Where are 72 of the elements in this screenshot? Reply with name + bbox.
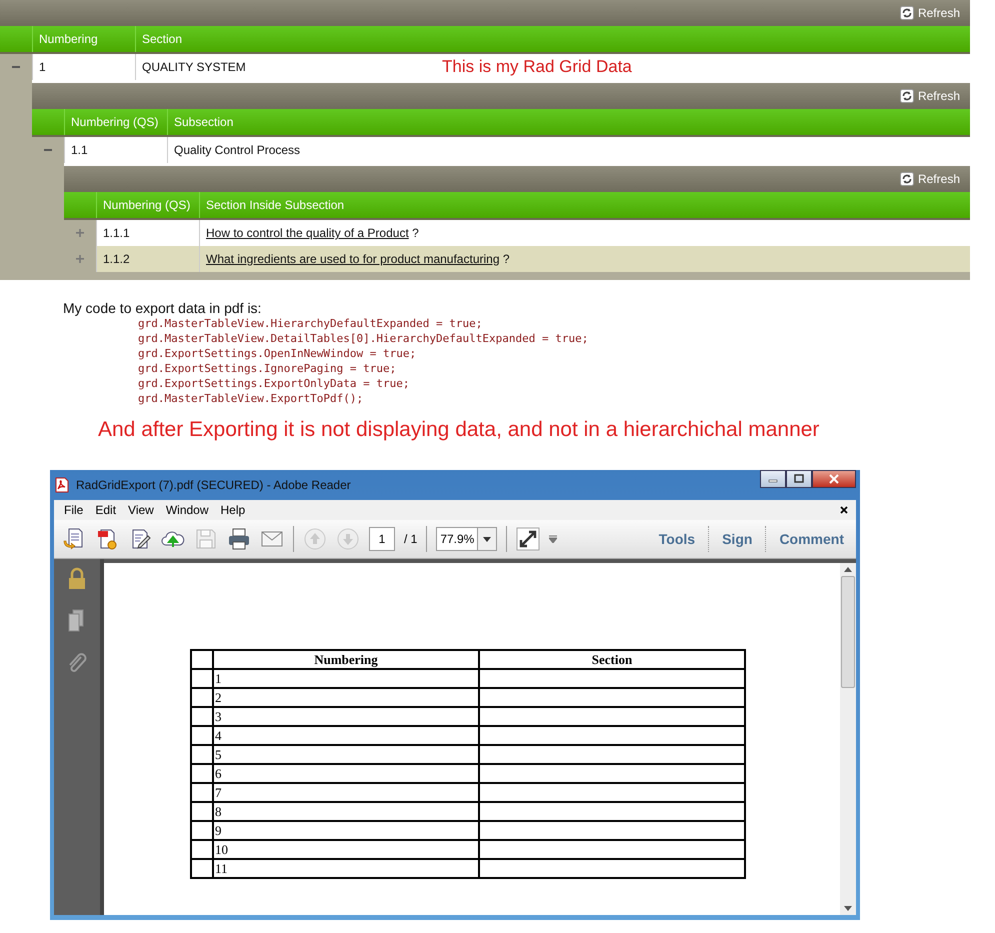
table-cell: 2 xyxy=(213,688,479,707)
table-cell: 9 xyxy=(213,821,479,840)
panel-button[interactable]: Sign xyxy=(718,531,756,547)
maximize-icon xyxy=(794,474,804,484)
column-header: Section Inside Subsection xyxy=(199,192,970,218)
maximize-button[interactable] xyxy=(786,470,812,488)
page-total-text: / 1 xyxy=(404,532,418,546)
refresh-button[interactable]: Refresh xyxy=(898,87,962,105)
annotation-text: This is my Rad Grid Data xyxy=(442,57,632,77)
panel-button[interactable]: Tools xyxy=(654,531,700,547)
expand-icon[interactable] xyxy=(516,527,540,551)
table-cell: 1.1.2 xyxy=(96,246,199,272)
message-text: And after Exporting it is not displaying data, and not in a hierarchichal manner xyxy=(98,418,820,442)
table-cell: 3 xyxy=(213,707,479,726)
column-header: Numbering (QS) xyxy=(96,192,199,218)
save-icon[interactable] xyxy=(194,527,218,551)
code-line: grd.ExportSettings.OpenInNewWindow = true; xyxy=(138,346,418,361)
question-mark-text: ? xyxy=(411,226,419,240)
plus-icon xyxy=(75,254,85,264)
plus-icon xyxy=(75,228,85,238)
minimize-button[interactable] xyxy=(760,470,786,488)
document-gear-icon[interactable] xyxy=(95,527,119,551)
column-header: Subsection xyxy=(167,109,970,135)
question-link[interactable]: What ingredients are used to for product manufacturing xyxy=(206,252,500,266)
printer-icon[interactable] xyxy=(227,527,251,551)
table-cell: 8 xyxy=(213,802,479,821)
refresh-button[interactable]: Refresh xyxy=(898,4,962,22)
code-line: grd.MasterTableView.ExportToPdf(); xyxy=(138,391,364,406)
lock-icon[interactable] xyxy=(67,567,87,591)
table-cell: 4 xyxy=(213,726,479,745)
window-title: RadGridExport (7).pdf (SECURED) - Adobe Reader xyxy=(76,478,351,492)
refresh-icon xyxy=(900,89,914,103)
scroll-up-icon xyxy=(844,567,852,572)
column-header: Section xyxy=(479,650,745,669)
table-cell: 10 xyxy=(213,840,479,859)
table-cell: 6 xyxy=(213,764,479,783)
caret-icon[interactable] xyxy=(549,535,558,543)
question-link[interactable]: How to control the quality of a Product xyxy=(206,226,409,240)
table-cell: 11 xyxy=(213,859,479,878)
code-line: grd.MasterTableView.HierarchyDefaultExpanded = true; xyxy=(138,316,484,331)
menu-item[interactable]: Help xyxy=(214,503,252,517)
paperclip-icon[interactable] xyxy=(67,651,87,675)
panel-button[interactable]: Comment xyxy=(775,531,848,547)
code-line: grd.ExportSettings.ExportOnlyData = true; xyxy=(138,376,411,391)
refresh-button[interactable]: Refresh xyxy=(898,170,962,188)
close-button[interactable] xyxy=(812,470,856,488)
zoom-field[interactable]: 77.9% xyxy=(436,527,498,551)
column-header: Section xyxy=(135,26,970,52)
intro-text: My code to export data in pdf is: xyxy=(63,300,262,316)
close-icon xyxy=(829,474,839,484)
page-number-field[interactable]: 1 xyxy=(369,527,395,551)
question-mark-text: ? xyxy=(502,252,510,266)
column-header: Numbering (QS) xyxy=(64,109,167,135)
menu-item[interactable]: View xyxy=(122,503,160,517)
refresh-icon xyxy=(900,172,914,186)
close-icon xyxy=(840,506,848,514)
table-cell: 1 xyxy=(213,669,479,688)
column-header: Numbering xyxy=(32,26,135,52)
code-line: grd.MasterTableView.DetailTables[0].HierarchyDefaultExpanded = true; xyxy=(138,331,590,346)
refresh-icon xyxy=(900,6,914,20)
table-cell: 5 xyxy=(213,745,479,764)
column-header: Numbering xyxy=(213,650,479,669)
caret-icon xyxy=(483,536,492,542)
code-line: grd.ExportSettings.IgnorePaging = true; xyxy=(138,361,398,376)
table-cell: 7 xyxy=(213,783,479,802)
menu-item[interactable]: Edit xyxy=(89,503,122,517)
menu-item[interactable]: File xyxy=(58,503,90,517)
pdf-icon xyxy=(54,477,70,493)
menu-item[interactable]: Window xyxy=(160,503,215,517)
table-cell-text: QUALITY SYSTEM xyxy=(142,60,247,74)
scrollbar[interactable] xyxy=(840,563,856,915)
scroll-down-icon xyxy=(844,906,852,911)
